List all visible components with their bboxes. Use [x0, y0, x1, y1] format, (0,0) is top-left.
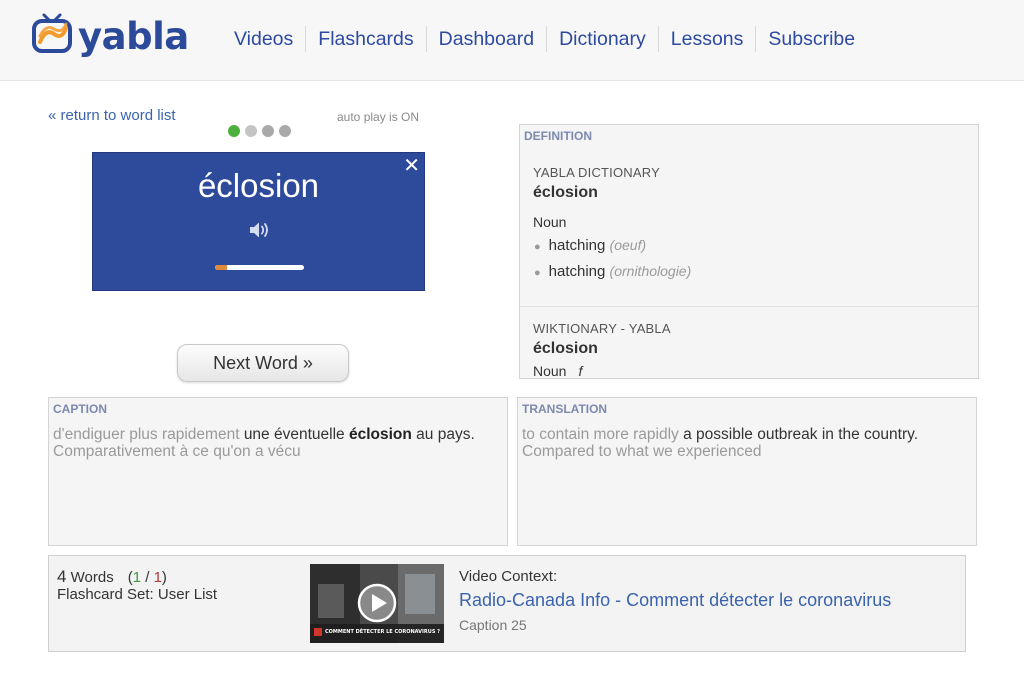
translation-label: TRANSLATION: [522, 402, 608, 416]
definition-part-of-speech: Noun: [533, 214, 567, 230]
pager-dot[interactable]: [262, 125, 274, 137]
definition-part-of-speech: Noun f: [533, 363, 583, 379]
main-nav: Videos Flashcards Dashboard Dictionary L…: [222, 26, 867, 52]
audio-progress-fill: [215, 265, 227, 270]
sense-text: hatching: [548, 263, 606, 280]
card-pager-dots: [228, 125, 291, 137]
gender-text: f: [578, 363, 583, 379]
word-count: 4 Words (1 / 1): [57, 567, 167, 587]
word-count-label: Words: [66, 569, 114, 586]
next-word-button[interactable]: Next Word »: [177, 344, 349, 382]
video-thumbnail[interactable]: COMMENT DÉTECTER LE CORONAVIRUS ?: [310, 564, 444, 643]
brand-name: yabla: [78, 15, 189, 58]
translation-after: Compared to what we experienced: [522, 443, 762, 460]
video-context-label: Video Context:: [459, 568, 558, 585]
sense-text: hatching: [548, 237, 606, 254]
translation-panel: TRANSLATION to contain more rapidly a po…: [517, 397, 977, 546]
bullet-icon: ●: [534, 267, 541, 279]
definition-label: DEFINITION: [524, 129, 592, 143]
definition-word: éclosion: [533, 340, 598, 357]
thumbnail-caption: COMMENT DÉTECTER LE CORONAVIRUS ?: [325, 629, 441, 635]
flashcard[interactable]: éclosion ✕: [92, 152, 425, 291]
definition-divider: [520, 306, 978, 307]
nav-lessons[interactable]: Lessons: [657, 26, 756, 52]
yabla-logo[interactable]: yabla: [32, 12, 189, 60]
sense-note: (oeuf): [609, 237, 647, 253]
pos-text: Noun: [533, 363, 567, 379]
speaker-icon[interactable]: [249, 221, 271, 239]
nav-videos[interactable]: Videos: [222, 26, 305, 52]
definition-panel: DEFINITION YABLA DICTIONARY éclosion Nou…: [519, 124, 979, 379]
definition-sense: ● hatching (ornithologie): [534, 263, 691, 280]
caption-panel: CAPTION d'endiguer plus rapidement une é…: [48, 397, 508, 546]
definition-sense: ● hatching (oeuf): [534, 237, 646, 254]
sense-note: (ornithologie): [609, 263, 692, 279]
flashcard-set: Flashcard Set: User List: [57, 586, 217, 603]
set-name: User List: [157, 586, 218, 603]
caption-keyword: éclosion: [348, 426, 412, 443]
play-icon[interactable]: [357, 583, 397, 623]
set-label: Flashcard Set:: [57, 586, 158, 603]
tv-logo-icon: [32, 13, 72, 53]
flashcard-word: éclosion: [197, 167, 320, 204]
translation-highlight: a possible outbreak in the country.: [683, 426, 919, 443]
nav-flashcards[interactable]: Flashcards: [305, 26, 425, 52]
caption-highlight: au pays.: [411, 426, 475, 443]
progress-current: 1: [132, 569, 142, 586]
return-to-word-list-link[interactable]: « return to word list: [48, 107, 176, 124]
bullet-icon: ●: [534, 241, 541, 253]
caption-before: d'endiguer plus rapidement: [53, 426, 244, 443]
nav-subscribe[interactable]: Subscribe: [755, 26, 867, 52]
pager-dot-active[interactable]: [228, 125, 240, 137]
caption-text: d'endiguer plus rapidement une éventuell…: [53, 426, 499, 460]
caption-highlight: une éventuelle: [243, 426, 349, 443]
flashcard-set-bar: 4 Words (1 / 1) Flashcard Set: User List …: [48, 555, 966, 652]
progress-sep: /: [141, 569, 154, 586]
translation-before: to contain more rapidly: [522, 426, 684, 443]
autoplay-status[interactable]: auto play is ON: [337, 110, 419, 124]
nav-dictionary[interactable]: Dictionary: [546, 26, 658, 52]
audio-progress-bar[interactable]: [215, 265, 304, 270]
definition-source: WIKTIONARY - YABLA: [533, 321, 671, 336]
caption-label: CAPTION: [53, 402, 107, 416]
pager-dot[interactable]: [279, 125, 291, 137]
page: yabla Videos Flashcards Dashboard Dictio…: [0, 0, 1024, 675]
progress-total: 1: [153, 569, 162, 586]
close-icon[interactable]: ✕: [403, 153, 420, 178]
definition-word: éclosion: [533, 184, 598, 201]
video-context-link[interactable]: Radio-Canada Info - Comment détecter le …: [459, 590, 891, 611]
caption-after: Comparativement à ce qu'on a vécu: [53, 443, 301, 460]
progress-close: ): [161, 569, 167, 586]
video-caption-number: Caption 25: [459, 617, 527, 633]
pager-dot[interactable]: [245, 125, 257, 137]
header: yabla Videos Flashcards Dashboard Dictio…: [0, 0, 1024, 81]
definition-source: YABLA DICTIONARY: [533, 165, 660, 180]
translation-text: to contain more rapidly a possible outbr…: [522, 426, 968, 460]
nav-dashboard[interactable]: Dashboard: [425, 26, 546, 52]
word-progress: (1 / 1): [128, 569, 167, 586]
